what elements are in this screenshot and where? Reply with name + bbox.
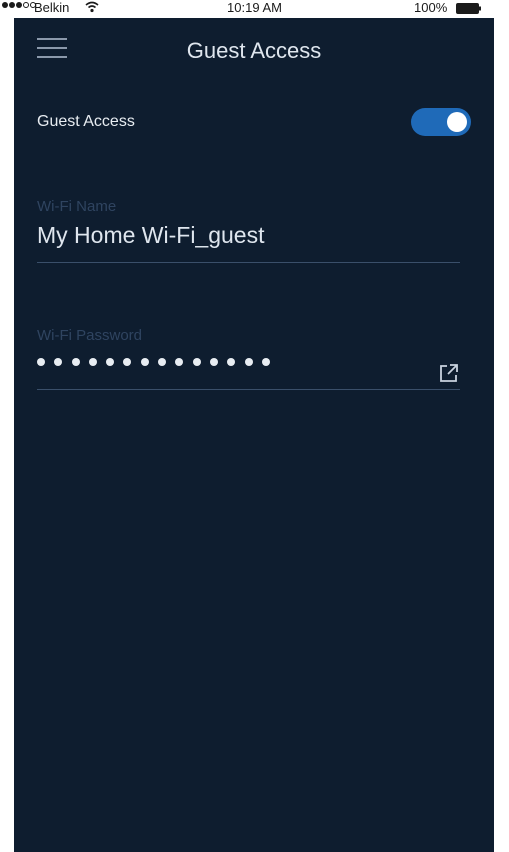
password-dot <box>158 358 167 366</box>
status-bar: Belkin 10:19 AM 100% <box>0 0 509 18</box>
password-dot <box>227 358 236 366</box>
battery-icon <box>456 3 481 14</box>
password-dot <box>175 358 184 366</box>
password-dot <box>140 358 149 366</box>
share-external-icon[interactable] <box>437 361 461 385</box>
guest-access-screen: Guest Access Guest Access Wi-Fi Name My … <box>14 18 494 852</box>
field-divider <box>37 389 460 390</box>
wifi-password-field[interactable]: Wi-Fi Password <box>37 327 460 412</box>
field-divider <box>37 262 460 263</box>
password-dot <box>54 358 63 366</box>
password-dot <box>106 358 115 366</box>
password-dot <box>244 358 253 366</box>
password-dot <box>123 358 132 366</box>
app-header: Guest Access <box>14 18 494 84</box>
wifi-password-label: Wi-Fi Password <box>37 327 143 344</box>
wifi-password-masked[interactable] <box>37 355 460 369</box>
wifi-name-field[interactable]: Wi-Fi Name My Home Wi-Fi_guest <box>37 198 460 283</box>
password-dot <box>192 358 201 366</box>
phone-frame: Belkin 10:19 AM 100% Guest Access Guest … <box>0 0 509 852</box>
wifi-name-label: Wi-Fi Name <box>37 198 117 215</box>
wifi-name-value[interactable]: My Home Wi-Fi_guest <box>37 222 460 249</box>
password-dot <box>71 358 80 366</box>
guest-access-label: Guest Access <box>37 113 135 130</box>
page-title: Guest Access <box>186 38 322 63</box>
toggle-knob <box>447 112 467 132</box>
password-dot <box>37 358 45 366</box>
guest-access-row: Guest Access <box>37 108 471 138</box>
password-dot <box>261 358 270 366</box>
battery-percent: 100% <box>414 0 448 15</box>
guest-access-toggle[interactable] <box>411 108 471 136</box>
password-dot <box>88 358 97 366</box>
password-dot <box>209 358 218 366</box>
